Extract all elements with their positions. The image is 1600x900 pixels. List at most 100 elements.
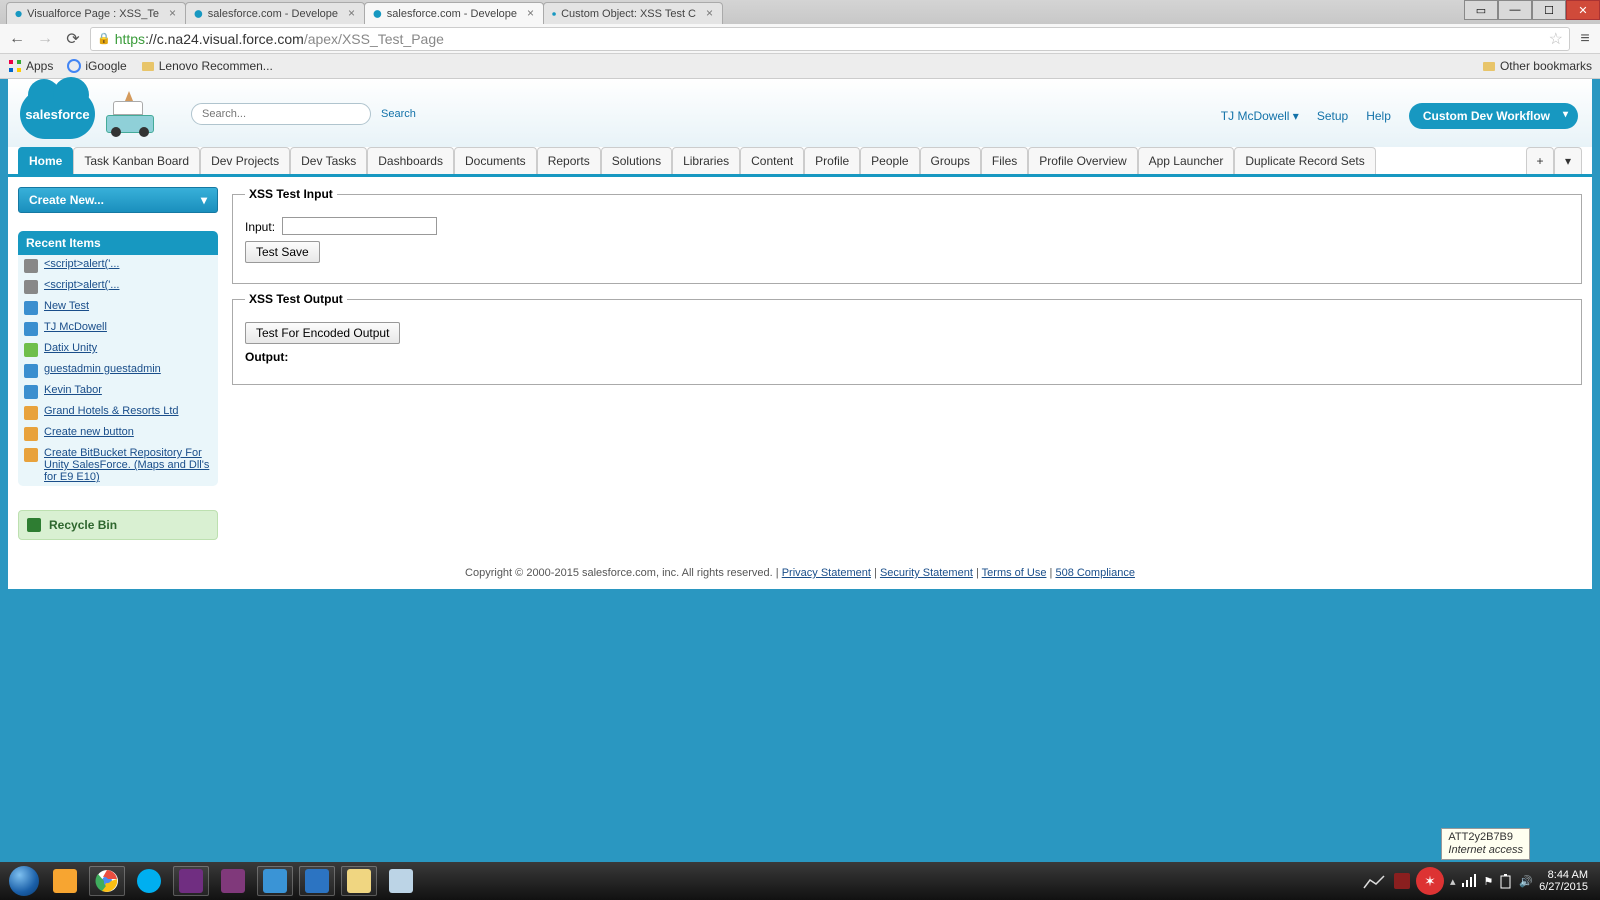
recent-item-link[interactable]: Create new button	[44, 426, 134, 438]
nav-tab[interactable]: Dev Tasks	[290, 147, 367, 174]
recycle-bin-link[interactable]: Recycle Bin	[18, 510, 218, 540]
browser-tab[interactable]: Custom Object: XSS Test C ×	[543, 2, 723, 24]
window-close-button[interactable]: ✕	[1566, 0, 1600, 20]
footer-link[interactable]: Security Statement	[880, 567, 973, 579]
taskbar-mediaplayer-icon[interactable]	[45, 864, 85, 898]
footer-link[interactable]: 508 Compliance	[1055, 567, 1135, 579]
recent-item[interactable]: <script>alert('...	[18, 255, 218, 276]
reload-button[interactable]: ⟳	[62, 28, 84, 50]
back-button[interactable]: ←	[6, 28, 28, 50]
add-tab-button[interactable]: +	[1526, 147, 1554, 174]
nav-tab-home[interactable]: Home	[18, 147, 73, 174]
nav-tab[interactable]: Dev Projects	[200, 147, 290, 174]
bookmark-lenovo[interactable]: Lenovo Recommen...	[141, 59, 273, 73]
recent-item-link[interactable]: guestadmin guestadmin	[44, 363, 161, 375]
create-new-button[interactable]: Create New...▾	[18, 187, 218, 213]
nav-tab[interactable]: Duplicate Record Sets	[1234, 147, 1375, 174]
footer-link[interactable]: Privacy Statement	[782, 567, 871, 579]
nav-tab[interactable]: Task Kanban Board	[73, 147, 200, 174]
recent-item-link[interactable]: <script>alert('...	[44, 279, 119, 291]
global-search-input[interactable]	[191, 103, 371, 125]
chrome-menu-icon[interactable]: ≡	[1576, 30, 1594, 48]
test-save-button[interactable]: Test Save	[245, 241, 320, 263]
window-maximize-button[interactable]: ☐	[1532, 0, 1566, 20]
nav-tab[interactable]: Files	[981, 147, 1028, 174]
tray-clock[interactable]: 8:44 AM6/27/2015	[1539, 869, 1596, 893]
recent-item[interactable]: Datix Unity	[18, 339, 218, 360]
nav-tab[interactable]: App Launcher	[1138, 147, 1235, 174]
input-field[interactable]	[282, 217, 437, 235]
tray-status-icon[interactable]: ✶	[1416, 867, 1444, 895]
recent-item-link[interactable]: <script>alert('...	[44, 258, 119, 270]
tray-network-graph-icon[interactable]	[1362, 872, 1388, 890]
recent-item[interactable]: Kevin Tabor	[18, 381, 218, 402]
record-type-icon	[24, 364, 38, 378]
nav-tab[interactable]: Reports	[537, 147, 601, 174]
window-minimize-button[interactable]: —	[1498, 0, 1532, 20]
nav-tab[interactable]: Solutions	[601, 147, 672, 174]
search-button[interactable]: Search	[381, 108, 416, 120]
tab-overflow-button[interactable]: ▾	[1554, 147, 1582, 174]
recent-item[interactable]: Grand Hotels & Resorts Ltd	[18, 402, 218, 423]
bookmark-igoogle[interactable]: iGoogle	[67, 59, 126, 73]
browser-tab[interactable]: Visualforce Page : XSS_Te ×	[6, 2, 186, 24]
taskbar-notepad-icon[interactable]	[381, 864, 421, 898]
recent-items-header: Recent Items	[18, 231, 218, 255]
recent-item-link[interactable]: Grand Hotels & Resorts Ltd	[44, 405, 179, 417]
nav-tab[interactable]: People	[860, 147, 919, 174]
nav-tab[interactable]: Profile	[804, 147, 860, 174]
tray-battery-icon[interactable]	[1499, 873, 1513, 889]
recent-item[interactable]: New Test	[18, 297, 218, 318]
salesforce-logo[interactable]: salesforce	[20, 89, 95, 139]
recent-item[interactable]: TJ McDowell	[18, 318, 218, 339]
browser-tab[interactable]: salesforce.com - Develope ×	[185, 2, 365, 24]
url-input[interactable]: 🔒 https://c.na24.visual.force.com/apex/X…	[90, 27, 1570, 51]
browser-tab-active[interactable]: salesforce.com - Develope ×	[364, 2, 544, 24]
app-switcher-button[interactable]: Custom Dev Workflow	[1409, 103, 1578, 129]
taskbar-explorer-icon[interactable]	[339, 864, 379, 898]
footer-link[interactable]: Terms of Use	[982, 567, 1047, 579]
recent-item[interactable]: Create BitBucket Repository For Unity Sa…	[18, 444, 218, 486]
recent-item-link[interactable]: New Test	[44, 300, 89, 312]
tray-wifi-icon[interactable]	[1461, 874, 1477, 888]
nav-tab[interactable]: Content	[740, 147, 804, 174]
recent-item-link[interactable]: TJ McDowell	[44, 321, 107, 333]
tray-app-icon[interactable]	[1394, 873, 1410, 889]
lock-icon: 🔒	[97, 32, 111, 45]
taskbar-lync-icon[interactable]	[255, 864, 295, 898]
close-icon[interactable]: ×	[348, 8, 358, 18]
recent-item-link[interactable]: Kevin Tabor	[44, 384, 102, 396]
user-menu[interactable]: TJ McDowell ▾	[1221, 109, 1299, 123]
taskbar-chrome-icon[interactable]	[87, 864, 127, 898]
nav-tab[interactable]: Libraries	[672, 147, 740, 174]
taskbar-skype-icon[interactable]	[129, 864, 169, 898]
help-link[interactable]: Help	[1366, 109, 1391, 123]
other-bookmarks[interactable]: Other bookmarks	[1482, 59, 1592, 73]
nav-tab[interactable]: Documents	[454, 147, 537, 174]
test-encoded-button[interactable]: Test For Encoded Output	[245, 322, 400, 344]
setup-link[interactable]: Setup	[1317, 109, 1348, 123]
recent-item-link[interactable]: Create BitBucket Repository For Unity Sa…	[44, 447, 212, 483]
taskbar-onenote-icon[interactable]	[213, 864, 253, 898]
start-button[interactable]	[4, 864, 44, 898]
bookmark-star-icon[interactable]: ☆	[1549, 29, 1563, 49]
forward-button[interactable]: →	[34, 28, 56, 50]
close-icon[interactable]: ×	[706, 8, 716, 18]
recent-item[interactable]: Create new button	[18, 423, 218, 444]
apps-bookmark[interactable]: Apps	[8, 59, 53, 73]
recent-item[interactable]: <script>alert('...	[18, 276, 218, 297]
taskbar-visualstudio-icon[interactable]	[171, 864, 211, 898]
recent-item[interactable]: guestadmin guestadmin	[18, 360, 218, 381]
input-label: Input:	[245, 220, 275, 234]
tray-expand-icon[interactable]: ▴	[1450, 875, 1456, 888]
tray-volume-icon[interactable]: 🔊	[1519, 875, 1533, 888]
tray-flag-icon[interactable]: ⚑	[1483, 875, 1493, 888]
recent-item-link[interactable]: Datix Unity	[44, 342, 97, 354]
nav-tab[interactable]: Groups	[920, 147, 981, 174]
close-icon[interactable]: ×	[169, 8, 179, 18]
window-compat-icon[interactable]: ▭	[1464, 0, 1498, 20]
close-icon[interactable]: ×	[527, 8, 537, 18]
nav-tab[interactable]: Dashboards	[367, 147, 454, 174]
taskbar-outlook-icon[interactable]	[297, 864, 337, 898]
nav-tab[interactable]: Profile Overview	[1028, 147, 1137, 174]
